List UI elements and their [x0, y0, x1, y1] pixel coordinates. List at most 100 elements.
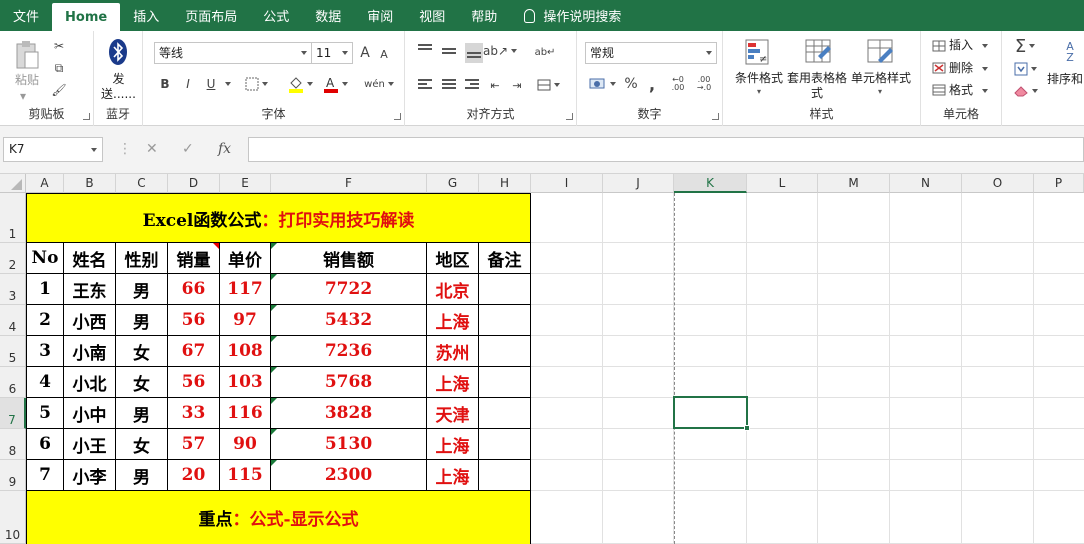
column-header-o[interactable]: O [962, 174, 1034, 193]
table-cell[interactable]: 上海 [427, 367, 479, 398]
insert-cells-label[interactable]: 插入 [949, 38, 989, 52]
tab-help[interactable]: 帮助 [458, 0, 510, 31]
table-cell[interactable]: 5768 [271, 367, 427, 398]
table-cell[interactable] [479, 336, 531, 367]
table-cell[interactable]: 女 [116, 429, 168, 460]
header-cell[interactable]: 备注 [479, 243, 531, 274]
sort-filter-label[interactable]: 排序和 [1047, 72, 1083, 86]
table-cell[interactable]: 小李 [64, 460, 116, 491]
fill-handle[interactable] [744, 425, 750, 431]
row-header-5[interactable]: 5 [0, 336, 26, 367]
header-cell[interactable]: 姓名 [64, 243, 116, 274]
format-cells-label[interactable]: 格式 [949, 83, 989, 97]
table-cell[interactable]: 北京 [427, 274, 479, 305]
number-format-select[interactable]: 常规 [585, 42, 717, 64]
align-middle-icon[interactable] [442, 48, 456, 56]
insert-cells-icon[interactable] [931, 39, 947, 53]
borders-icon[interactable] [242, 75, 270, 93]
clear-icon[interactable] [1012, 81, 1038, 101]
column-header-n[interactable]: N [890, 174, 962, 193]
bold-button[interactable]: B [157, 75, 173, 93]
insert-function-icon[interactable]: fx [218, 137, 231, 162]
merge-center-icon[interactable] [535, 75, 561, 95]
table-cell[interactable]: 5432 [271, 305, 427, 336]
table-cell[interactable]: 男 [116, 460, 168, 491]
header-cell[interactable]: 销售额 [271, 243, 427, 274]
format-painter-icon[interactable]: 🖌 [50, 81, 68, 99]
clipboard-launcher-icon[interactable] [83, 113, 90, 120]
table-cell[interactable]: 108 [220, 336, 271, 367]
header-cell[interactable]: No [26, 243, 64, 274]
grow-font-icon[interactable]: A [357, 44, 373, 62]
title-cell[interactable]: Excel函数公式 ：打印实用技巧解读 [26, 193, 531, 243]
row-header-8[interactable]: 8 [0, 429, 26, 460]
copy-icon[interactable]: ⧉ [50, 59, 68, 77]
table-cell[interactable]: 56 [168, 305, 220, 336]
delete-cells-icon[interactable] [931, 61, 947, 75]
table-cell[interactable]: 天津 [427, 398, 479, 429]
table-cell[interactable]: 2 [26, 305, 64, 336]
font-name-select[interactable]: 等线 [154, 42, 312, 64]
header-cell[interactable]: 单价 [220, 243, 271, 274]
table-cell[interactable]: 女 [116, 336, 168, 367]
table-cell[interactable]: 57 [168, 429, 220, 460]
column-header-g[interactable]: G [427, 174, 479, 193]
column-header-a[interactable]: A [26, 174, 64, 193]
column-header-e[interactable]: E [220, 174, 271, 193]
underline-dropdown-icon[interactable] [221, 75, 231, 93]
fill-icon[interactable] [1012, 59, 1038, 79]
cut-icon[interactable]: ✂ [50, 37, 68, 55]
name-box[interactable]: K7 [3, 137, 103, 162]
row-header-1[interactable]: 1 [0, 193, 26, 243]
comma-style-button[interactable]: , [645, 74, 659, 94]
table-cell[interactable]: 1 [26, 274, 64, 305]
tab-view[interactable]: 视图 [406, 0, 458, 31]
tab-file[interactable]: 文件 [0, 0, 52, 31]
column-header-d[interactable]: D [168, 174, 220, 193]
increase-decimal-icon[interactable]: ←0.00 [667, 74, 689, 94]
conditional-formatting-icon[interactable]: ≠ [743, 37, 773, 67]
header-cell[interactable]: 性别 [116, 243, 168, 274]
table-cell[interactable] [479, 429, 531, 460]
decrease-decimal-icon[interactable]: .00 →.0 [693, 74, 715, 94]
row-header-3[interactable]: 3 [0, 274, 26, 305]
table-cell[interactable]: 90 [220, 429, 271, 460]
column-header-c[interactable]: C [116, 174, 168, 193]
tab-insert[interactable]: 插入 [120, 0, 172, 31]
footer-cell[interactable]: 重点 ：公式-显示公式 [26, 491, 531, 544]
table-cell[interactable]: 6 [26, 429, 64, 460]
table-cell[interactable]: 66 [168, 274, 220, 305]
header-cell[interactable]: 销量 [168, 243, 220, 274]
table-cell[interactable]: 男 [116, 398, 168, 429]
table-cell[interactable]: 苏州 [427, 336, 479, 367]
align-top-icon[interactable] [418, 44, 432, 52]
table-cell[interactable]: 小南 [64, 336, 116, 367]
column-header-j[interactable]: J [603, 174, 674, 193]
format-as-table-label[interactable]: 套用表格格式 [787, 71, 847, 101]
italic-button[interactable]: I [180, 75, 196, 93]
table-cell[interactable]: 男 [116, 305, 168, 336]
table-cell[interactable]: 3828 [271, 398, 427, 429]
delete-cells-label[interactable]: 删除 [949, 61, 989, 75]
select-all-corner[interactable] [0, 174, 26, 193]
table-cell[interactable]: 小北 [64, 367, 116, 398]
table-cell[interactable] [479, 398, 531, 429]
phonetic-guide-icon[interactable]: wén [363, 74, 395, 94]
paste-label[interactable]: 粘贴 [12, 73, 42, 87]
paste-icon[interactable] [12, 39, 42, 71]
font-color-icon[interactable]: A [321, 74, 349, 94]
table-cell[interactable]: 5130 [271, 429, 427, 460]
fill-color-icon[interactable] [286, 74, 314, 94]
table-cell[interactable]: 2300 [271, 460, 427, 491]
table-cell[interactable]: 男 [116, 274, 168, 305]
table-cell[interactable]: 97 [220, 305, 271, 336]
tab-home[interactable]: Home [52, 3, 121, 31]
table-cell[interactable]: 116 [220, 398, 271, 429]
enter-icon[interactable]: ✓ [182, 137, 194, 162]
table-cell[interactable]: 103 [220, 367, 271, 398]
cell-styles-icon[interactable] [865, 37, 895, 67]
column-header-l[interactable]: L [747, 174, 818, 193]
align-right-icon[interactable] [465, 79, 479, 91]
alignment-launcher-icon[interactable] [566, 113, 573, 120]
more-options-icon[interactable]: ⋮ [118, 137, 132, 162]
